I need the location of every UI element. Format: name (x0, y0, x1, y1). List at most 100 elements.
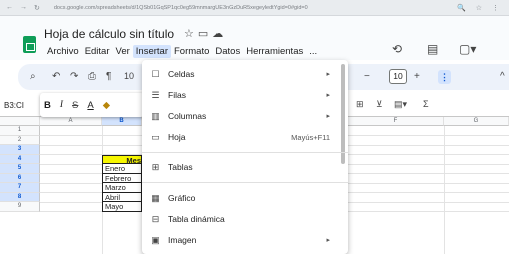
strikethrough-button[interactable]: S (72, 100, 78, 111)
menu-item-filas[interactable]: ☰ Filas ▸ (142, 86, 348, 104)
undo-icon[interactable]: ↶ (52, 71, 60, 82)
row-header-3[interactable]: 3 (0, 145, 40, 155)
menu-bar: Archivo Editar Ver Insertar Formato Dato… (44, 45, 320, 58)
column-header-a[interactable]: A (40, 117, 102, 126)
folder-icon[interactable]: ▭ (198, 28, 212, 40)
menu-divider (142, 152, 348, 153)
menu-item-label: Tablas (168, 162, 193, 172)
menu-datos[interactable]: Datos (212, 45, 243, 58)
borders-icon[interactable]: ⊞ (356, 99, 364, 110)
row-header-4[interactable]: 4 (0, 154, 40, 164)
column-header-f[interactable]: F (348, 117, 444, 126)
cloud-icon[interactable]: ☁ (212, 28, 227, 40)
menu-item-celdas[interactable]: ☐ Celdas ▸ (142, 65, 348, 83)
menu-herramientas[interactable]: Herramientas (243, 45, 306, 58)
row-header-1[interactable]: 1 (0, 126, 40, 136)
sheets-logo-icon[interactable] (23, 36, 36, 53)
row-header-8[interactable]: 8 (0, 192, 40, 202)
paint-format-icon[interactable]: ¶ (106, 71, 111, 82)
filter-icon[interactable]: ⊻ (376, 99, 383, 110)
meet-icon[interactable]: ▢▾ (459, 42, 476, 56)
increase-font-icon[interactable]: + (414, 71, 420, 82)
chevron-right-icon: ▸ (326, 237, 330, 244)
text-color-button[interactable]: A (87, 100, 93, 111)
search-icon[interactable]: ⌕ (30, 71, 36, 82)
url-field[interactable]: docs.google.com/spreadsheets/d/1QSb01GqS… (50, 3, 457, 13)
cell-icon: ☐ (151, 68, 160, 79)
browser-address-bar: ← → ↻ docs.google.com/spreadsheets/d/1QS… (0, 0, 509, 16)
filter-views-icon[interactable]: ▤▾ (394, 99, 407, 110)
chevron-right-icon: ▸ (326, 92, 330, 99)
forward-arrow-icon[interactable]: → (20, 4, 27, 12)
menu-item-grafico[interactable]: ▦ Gráfico (142, 189, 348, 207)
cell-b4[interactable]: Enero (102, 164, 142, 174)
more-options-icon[interactable]: ⋮ (438, 70, 451, 84)
browser-actions: 🔍 ☆ ⋮ (457, 4, 509, 12)
chart-icon: ▦ (151, 192, 160, 203)
pivot-table-icon: ⊟ (151, 213, 160, 224)
insert-menu: ☐ Celdas ▸ ☰ Filas ▸ ▥ Columnas ▸ ▭ Hoja… (142, 60, 348, 254)
redo-icon[interactable]: ↷ (70, 71, 78, 82)
cell-b5[interactable]: Febrero (102, 173, 142, 183)
zoom-icon[interactable]: 🔍 (457, 4, 466, 12)
menu-item-label: Imagen (168, 235, 197, 245)
row-header-9[interactable]: 9 (0, 202, 40, 212)
menu-ver[interactable]: Ver (113, 45, 133, 58)
menu-archivo[interactable]: Archivo (44, 45, 82, 58)
menu-more[interactable]: ... (306, 45, 320, 58)
comments-icon[interactable]: ▤ (427, 42, 438, 56)
title-actions: ☆▭☁ (184, 27, 227, 40)
name-box[interactable]: B3:CI (2, 98, 38, 113)
column-header-b[interactable]: B (102, 117, 142, 126)
row-header-7[interactable]: 7 (0, 183, 40, 193)
menu-formato[interactable]: Formato (171, 45, 212, 58)
menu-item-columnas[interactable]: ▥ Columnas ▸ (142, 107, 348, 125)
table-icon: ⊞ (151, 161, 160, 172)
cell-b8[interactable]: Mayo (102, 202, 142, 212)
zoom-selector[interactable]: 10 (124, 71, 134, 81)
row-header-5[interactable]: 5 (0, 164, 40, 174)
rows-icon: ☰ (151, 89, 160, 100)
italic-button[interactable]: I (60, 100, 63, 110)
browser-nav: ← → ↻ (0, 4, 40, 12)
menu-item-label: Hoja (168, 132, 186, 142)
menu-item-tablas[interactable]: ⊞ Tablas (142, 158, 348, 176)
menu-item-hoja[interactable]: ▭ Hoja Mayús+F11 (142, 128, 348, 146)
history-icon[interactable]: ⟲ (392, 42, 402, 56)
row-header-2[interactable]: 2 (0, 135, 40, 145)
row-header-6[interactable]: 6 (0, 173, 40, 183)
menu-divider (142, 182, 348, 183)
menu-editar[interactable]: Editar (82, 45, 113, 58)
menu-item-label: Tabla dinámica (168, 214, 225, 224)
back-arrow-icon[interactable]: ← (6, 4, 13, 12)
menu-item-label: Gráfico (168, 193, 196, 203)
cell-b6[interactable]: Marzo (102, 183, 142, 193)
print-icon[interactable]: ⎙ (88, 71, 96, 82)
collapse-toolbar-icon[interactable]: ^ (500, 71, 505, 82)
menu-item-imagen[interactable]: ▣ Imagen ▸ (142, 231, 348, 249)
column-header-g[interactable]: G (444, 117, 509, 126)
image-icon: ▣ (151, 234, 160, 245)
cell-b7[interactable]: Abril (102, 192, 142, 202)
fill-color-icon[interactable]: ◆ (103, 100, 110, 111)
functions-icon[interactable]: Σ (423, 99, 429, 109)
select-all-corner[interactable] (0, 117, 40, 126)
chevron-right-icon: ▸ (326, 71, 330, 78)
cell-b3[interactable]: Mes (102, 154, 142, 165)
menu-icon[interactable]: ⋮ (492, 4, 499, 12)
menu-item-label: Celdas (168, 69, 195, 79)
document-title[interactable]: Hoja de cálculo sin título (44, 27, 174, 41)
decrease-font-icon[interactable]: − (364, 71, 370, 82)
menu-item-tabla-dinamica[interactable]: ⊟ Tabla dinámica (142, 210, 348, 228)
font-size-input[interactable]: 10 (389, 69, 407, 84)
bold-button[interactable]: B (44, 100, 51, 111)
grid-line (444, 126, 445, 254)
bookmark-star-icon[interactable]: ☆ (476, 4, 482, 12)
sheet-icon: ▭ (151, 131, 160, 142)
star-icon[interactable]: ☆ (184, 28, 198, 40)
reload-icon[interactable]: ↻ (34, 4, 40, 12)
menu-item-label: Columnas (168, 111, 207, 121)
chevron-right-icon: ▸ (326, 113, 330, 120)
menu-insertar[interactable]: Insertar (132, 45, 171, 58)
app-header: Hoja de cálculo sin título ☆▭☁ Archivo E… (0, 16, 509, 60)
